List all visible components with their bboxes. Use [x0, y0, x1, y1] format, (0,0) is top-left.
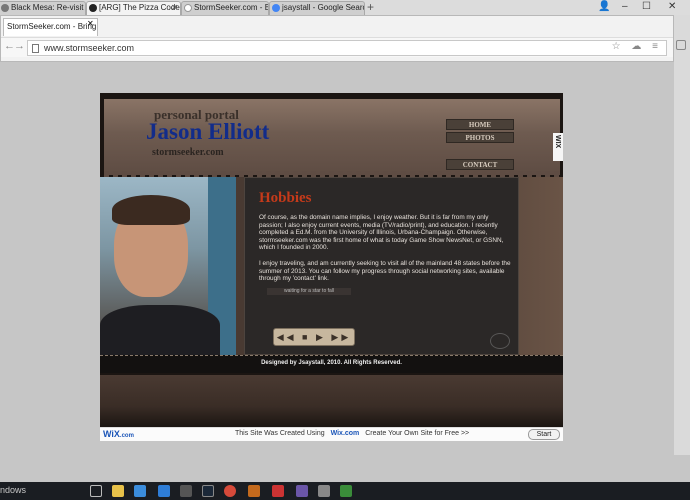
site-domain: stormseeker.com: [152, 147, 224, 158]
steam-icon[interactable]: [202, 485, 214, 497]
close-popup-tab-icon[interactable]: ✕: [87, 19, 94, 28]
page-icon: [32, 44, 39, 53]
copyright-text: Designed by Jsaystall, 2010. All Rights …: [261, 360, 402, 366]
tab-label: jsaystall - Google Search: [282, 3, 365, 12]
wix-promo-suffix[interactable]: Create Your Own Site for Free >>: [365, 430, 469, 437]
google-icon: [272, 4, 280, 12]
store-icon[interactable]: [158, 485, 170, 497]
windows-taskbar: ndows: [0, 482, 690, 500]
wix-logo[interactable]: WiX.com: [103, 429, 134, 439]
wix-side-tag[interactable]: WIX: [553, 133, 563, 161]
wix-logo-text: WiX: [103, 429, 120, 439]
site-banner: personal portal Jason Elliott stormseeke…: [104, 99, 560, 181]
tab-label: [ARG] The Pizza Code M: [99, 3, 181, 12]
close-window-button[interactable]: ✕: [668, 0, 676, 14]
menu-home[interactable]: HOME: [446, 119, 514, 130]
start-button[interactable]: Start: [528, 429, 560, 440]
popup-tab[interactable]: StormSeeker.com - Bring: [3, 18, 98, 36]
edge-icon[interactable]: [134, 485, 146, 497]
maps-icon[interactable]: [248, 485, 260, 497]
music-loading-bar: waiting for a star to fall: [267, 288, 351, 295]
tab-black-mesa[interactable]: Black Mesa: Re-visit the wor: [0, 1, 86, 15]
wix-promo-text: This Site Was Created Using Wix.com Crea…: [235, 430, 469, 437]
app-grid-icon[interactable]: [180, 485, 192, 497]
file-explorer-icon[interactable]: [112, 485, 124, 497]
url-text: www.stormseeker.com: [44, 43, 135, 53]
close-tab-icon[interactable]: ✕: [171, 2, 178, 14]
tab-label: StormSeeker.com - Bringin: [194, 3, 268, 12]
tab-favicon-icon: [1, 4, 9, 12]
tab-favicon-icon: [89, 4, 97, 12]
hobbies-paragraph-1: Of course, as the domain name implies, I…: [259, 214, 504, 252]
task-view-icon[interactable]: [90, 485, 102, 497]
menu-photos[interactable]: PHOTOS: [446, 132, 514, 143]
tab-favicon-icon: [184, 4, 192, 12]
menu-contact[interactable]: CONTACT: [446, 159, 514, 170]
photo-shirt: [100, 305, 220, 355]
wix-promo-bar: WiX.com This Site Was Created Using Wix.…: [100, 427, 563, 441]
popup-window: StormSeeker.com - Bring ✕ ← → www.storms…: [0, 15, 674, 62]
navigation-bar: ← → www.stormseeker.com ☆ ☁ ≡: [1, 37, 673, 57]
extension-icon[interactable]: [676, 40, 686, 50]
wix-side-label: WIX: [554, 135, 561, 149]
tab-label: Black Mesa: Re-visit the wor: [11, 3, 85, 12]
hobbies-title: Hobbies: [259, 190, 312, 206]
forward-button[interactable]: →: [14, 40, 25, 52]
calculator-icon[interactable]: [318, 485, 330, 497]
hobbies-paragraph-2: I enjoy traveling, and am currently seek…: [259, 260, 511, 283]
wix-link[interactable]: Wix.com: [331, 430, 360, 437]
site-title: Jason Elliott: [146, 119, 270, 144]
address-bar-icons[interactable]: ☆ ☁ ≡: [612, 41, 662, 52]
xbox-icon[interactable]: [340, 485, 352, 497]
profile-photo: [100, 177, 236, 355]
photo-hair: [112, 195, 190, 225]
app-icon[interactable]: [272, 485, 284, 497]
popup-tab-label: StormSeeker.com - Bring: [7, 22, 97, 31]
right-window-strip: [674, 15, 690, 455]
music-player-controls[interactable]: ◀◀ ■ ▶ ▶▶: [273, 328, 355, 346]
tab-pizza-code[interactable]: [ARG] The Pizza Code M ✕: [86, 1, 181, 15]
wix-logo-suffix: .com: [119, 433, 134, 439]
main-board: Hobbies Of course, as the domain name im…: [100, 177, 563, 373]
wix-promo-prefix: This Site Was Created Using: [235, 430, 325, 437]
site-footer: Designed by Jsaystall, 2010. All Rights …: [100, 355, 563, 373]
rose-icon: [490, 333, 510, 349]
chrome-icon[interactable]: [224, 485, 236, 497]
bottom-decoration: [100, 375, 563, 427]
new-tab-button[interactable]: +: [367, 0, 374, 14]
user-icon[interactable]: 👤: [598, 0, 610, 14]
tab-google-search[interactable]: jsaystall - Google Search: [269, 1, 365, 15]
tab-strip: Black Mesa: Re-visit the wor [ARG] The P…: [0, 0, 690, 15]
address-bar[interactable]: www.stormseeker.com ☆ ☁ ≡: [27, 40, 667, 56]
hobbies-card: Hobbies Of course, as the domain name im…: [244, 177, 519, 355]
taskbar-label: ndows: [0, 485, 27, 495]
media-icon[interactable]: [296, 485, 308, 497]
maximize-button[interactable]: ☐: [642, 0, 651, 14]
website-content: personal portal Jason Elliott stormseeke…: [100, 93, 563, 427]
tab-stormseeker[interactable]: StormSeeker.com - Bringin: [181, 1, 269, 15]
minimize-button[interactable]: –: [622, 0, 628, 14]
